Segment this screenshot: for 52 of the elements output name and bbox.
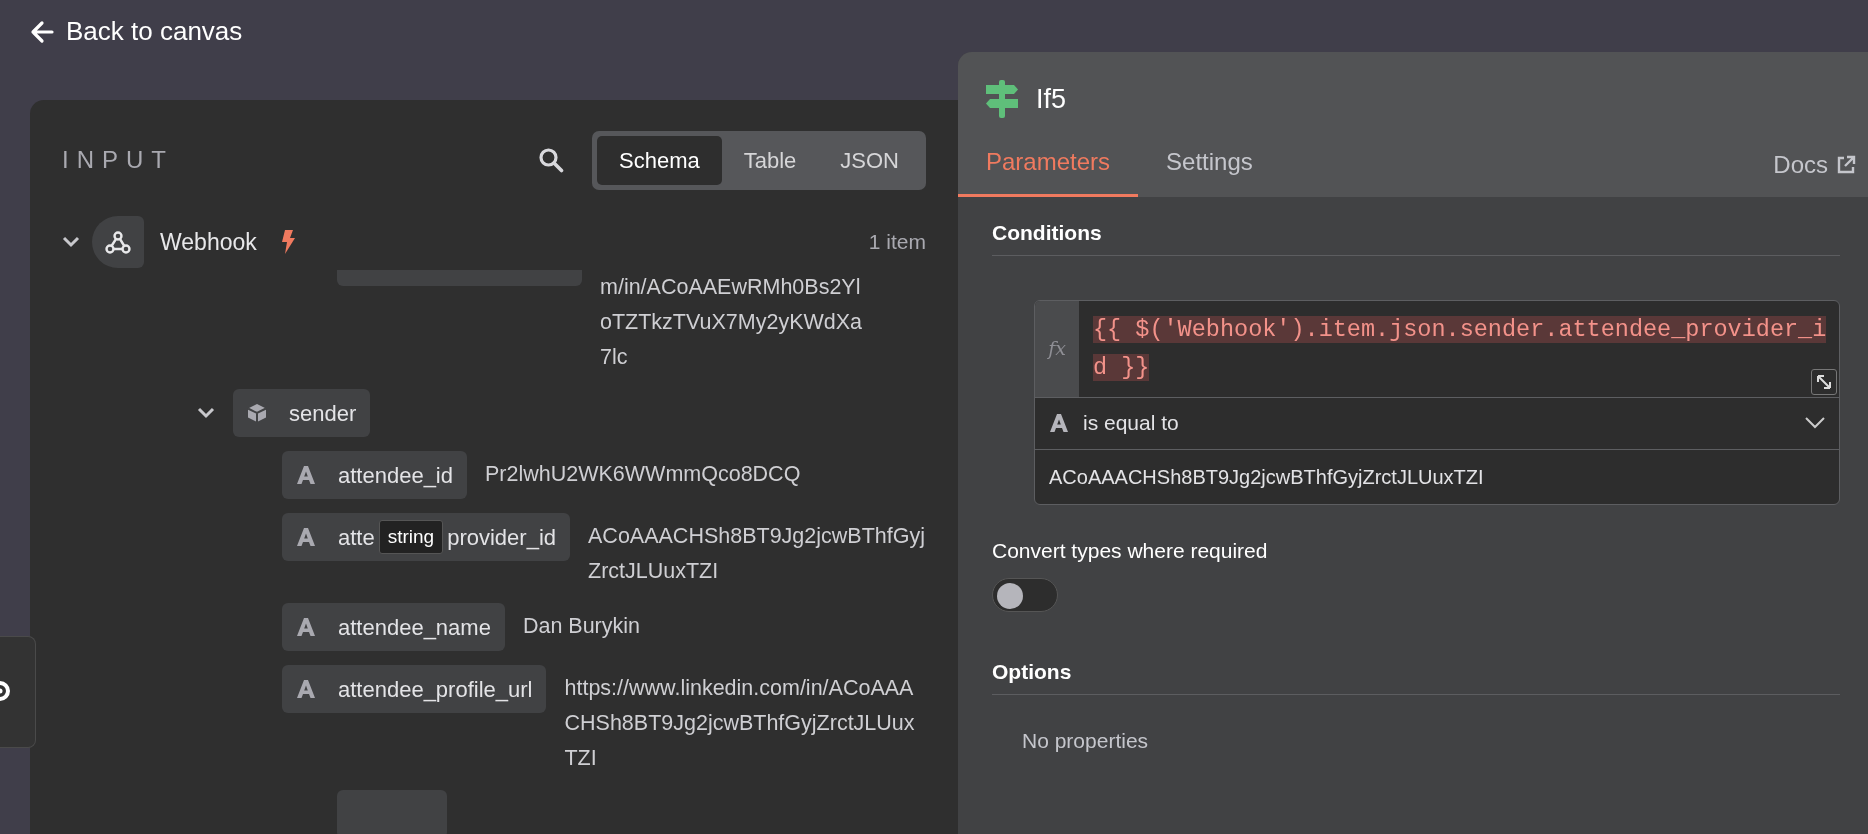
view-tab[interactable]: Schema	[597, 135, 722, 185]
text-type-icon	[296, 679, 316, 699]
type-tooltip: string	[378, 519, 444, 555]
chevron-down-icon[interactable]	[62, 234, 80, 250]
key-name-fragment: atte	[338, 523, 375, 552]
key-name-fragment: provider_id	[447, 523, 556, 552]
operator-dropdown[interactable]: is equal to	[1035, 397, 1839, 450]
cube-icon	[247, 403, 267, 423]
docs-link[interactable]: Docs	[1773, 147, 1868, 197]
search-icon[interactable]	[538, 147, 564, 173]
section-title: Conditions	[992, 217, 1840, 256]
field-key[interactable]: attendee_id	[282, 451, 467, 499]
side-handle[interactable]	[0, 636, 36, 748]
node-name: Webhook	[160, 227, 257, 257]
field-key[interactable]: attendee_profile_url	[282, 665, 547, 713]
chevron-down-icon	[1805, 417, 1825, 429]
field-value: https://www.linkedin.com/in/ACoAAACHSh8BT9Jg2jcwBThfGyjZrctJLUuxTZI	[564, 675, 916, 772]
field-key[interactable]: attendee_name	[282, 603, 505, 651]
text-type-icon	[1049, 413, 1069, 433]
back-to-canvas-link[interactable]: Back to canvas	[30, 12, 243, 51]
object-key[interactable]: sender	[233, 389, 371, 437]
panel-tab[interactable]: Settings	[1138, 144, 1281, 197]
text-type-icon	[296, 465, 316, 485]
toggle-label: Convert types where required	[992, 537, 1269, 564]
view-tab[interactable]: JSON	[818, 135, 921, 185]
toggle-switch[interactable]	[992, 578, 1058, 612]
empty-message: No properties	[1022, 727, 1150, 754]
chevron-down-icon[interactable]	[197, 405, 215, 421]
view-tab[interactable]: Table	[721, 135, 819, 185]
item-count: 1 item	[868, 229, 926, 256]
field-value: m/in/ACoAAEwRMh0Bs2YloTZTkzTVuX7My2yKWdXa7lc	[600, 274, 864, 371]
key-name: attendee_profile_url	[338, 675, 533, 704]
field-value: ACoAAACHSh8BT9Jg2jcwBThfGyjZrctJLUuxTZI	[588, 523, 926, 585]
section-title: Options	[992, 656, 1840, 695]
signpost-icon	[984, 80, 1020, 118]
value-field[interactable]: ACoAAACHSh8BT9Jg2jcwBThfGyjZrctJLUuxTZI	[1035, 449, 1839, 504]
expand-button[interactable]	[1811, 368, 1837, 395]
webhook-icon	[105, 229, 131, 255]
panel-title: INPUT	[62, 145, 174, 175]
expand-icon	[1815, 372, 1833, 391]
arrow-left-icon	[30, 19, 54, 44]
external-link-icon	[1836, 155, 1856, 175]
node-title: If5	[1036, 82, 1067, 116]
key-name: attendee_id	[338, 461, 453, 490]
text-type-icon	[296, 527, 316, 547]
fx-icon: fx	[1035, 300, 1079, 397]
field-value: Pr2lwhU2WK6WWmmQco8DCQ	[485, 461, 802, 488]
text-type-icon	[296, 617, 316, 637]
key-name: sender	[289, 399, 357, 428]
field-value: Dan Burykin	[522, 613, 641, 640]
key-name: attendee_name	[338, 613, 491, 642]
field-key[interactable]: atte string provider_id	[282, 513, 570, 561]
